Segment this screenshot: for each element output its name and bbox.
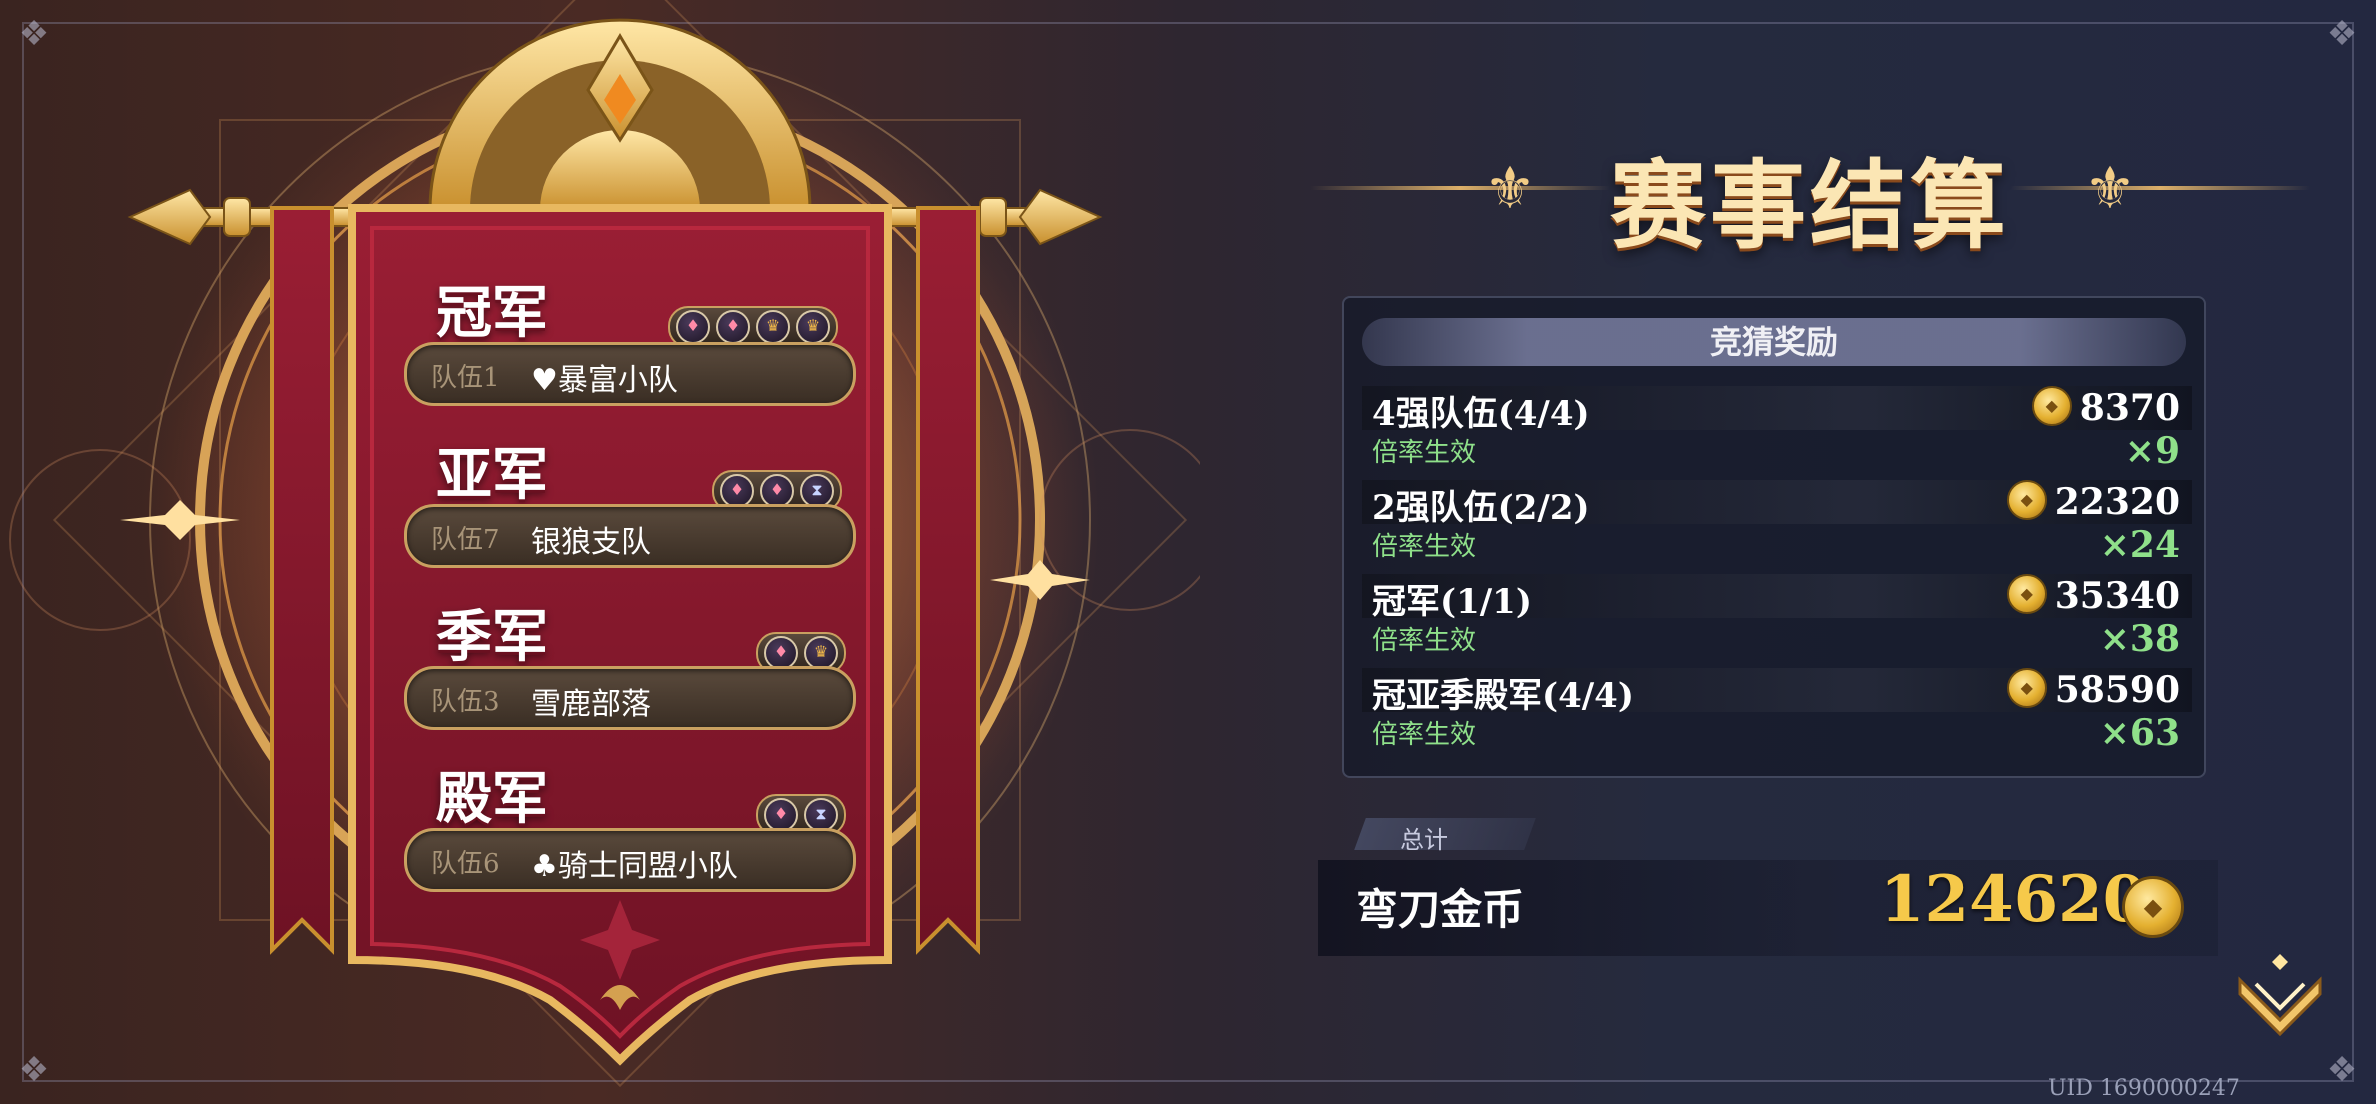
coin-icon [2031,386,2072,426]
coin-icon [2006,668,2047,708]
runner-up-team-bar: 队伍7 银狼支队 [404,504,856,568]
card-4-icon: ♦ [676,310,710,344]
continue-chevron-button[interactable] [2230,950,2330,1050]
reward-label: 冠军(1/1) [1372,582,1532,622]
multiplier-status: 倍率生效 [1372,720,1477,750]
team-id: 队伍7 [431,525,500,555]
trophy-icon: ♛ [804,636,838,670]
page-title: 赛事结算 [1610,149,2010,262]
card-2-icon: ♦ [716,310,750,344]
reward-amount: 22320 [2006,480,2180,523]
team-id: 队伍6 [431,849,500,879]
trophy-icon: ♛ [796,310,830,344]
total-currency-label: 弯刀金币 [1356,885,1525,934]
title-divider-right [2010,186,2310,190]
multiplier-status: 倍率生效 [1372,438,1477,468]
coin-icon [2006,480,2047,520]
reward-amount: 35340 [2006,574,2180,617]
guess-reward-panel: 竞猜奖励 4强队伍(4/4) 倍率生效 8370 ×9 2强队伍(2/2) 倍率… [1342,296,2206,778]
panel-header: 竞猜奖励 [1362,318,2186,366]
total-value: 124620 [1880,862,2148,937]
reward-multiplier: ×38 [2099,618,2180,660]
settlement-title-area: ⚜ ⚜ 赛事结算 [1310,118,2310,262]
team-name: 雪鹿部落 [531,687,651,722]
fleur-ornament-icon: ⚜ [2084,154,2136,222]
total-tab-label: 总计 [1400,826,1448,854]
reward-amount: 58590 [2006,668,2180,711]
chevron-down-icon [2238,954,2322,1037]
settlement-screen: ❖ ❖ ❖ ❖ 冠军 ♦ ♦ ♛ ♛ 队伍1 ♥暴富小队 亚军 ♦ ♦ ⧗ 队伍… [0,0,2376,1104]
team-name: ♥暴富小队 [531,363,678,398]
ranking-banner-area: 冠军 ♦ ♦ ♛ ♛ 队伍1 ♥暴富小队 亚军 ♦ ♦ ⧗ 队伍7 银狼支队 季… [0,0,1200,1104]
runner-up-title: 亚军 [436,442,548,508]
multiplier-status: 倍率生效 [1372,532,1477,562]
hourglass-icon: ⧗ [800,474,834,508]
reward-multiplier: ×63 [2099,712,2180,754]
card-4-icon: ♦ [760,474,794,508]
hourglass-icon: ⧗ [804,798,838,832]
reward-amount: 8370 [2031,386,2180,429]
team-id: 队伍1 [431,363,500,393]
reward-label: 4强队伍(4/4) [1372,394,1590,434]
champion-title: 冠军 [436,280,548,346]
reward-multiplier: ×24 [2099,524,2180,566]
fourth-place-team-bar: 队伍6 ♣骑士同盟小队 [404,828,856,892]
reward-label: 冠亚季殿军(4/4) [1372,676,1634,716]
trophy-icon: ♛ [756,310,790,344]
team-id: 队伍3 [431,687,500,717]
fourth-place-title: 殿军 [436,766,548,832]
reward-row: 冠军(1/1) 倍率生效 35340 ×38 [1362,572,2192,662]
fleur-ornament-icon: ⚜ [1484,154,1536,222]
reward-row: 2强队伍(2/2) 倍率生效 22320 ×24 [1362,478,2192,568]
card-4-icon: ♦ [764,636,798,670]
reward-row: 4强队伍(4/4) 倍率生效 8370 ×9 [1362,384,2192,474]
corner-ornament-icon: ❖ [2326,14,2358,54]
card-4-icon: ♦ [764,798,798,832]
reward-multiplier: ×9 [2124,430,2180,472]
reward-row: 冠亚季殿军(4/4) 倍率生效 58590 ×63 [1362,666,2192,756]
card-4-icon: ♦ [720,474,754,508]
user-uid: UID 1690000247 [2048,1076,2240,1101]
corner-ornament-icon: ❖ [2326,1050,2358,1090]
champion-team-bar: 队伍1 ♥暴富小队 [404,342,856,406]
third-place-title: 季军 [436,604,548,670]
team-name: 银狼支队 [531,525,651,560]
reward-label: 2强队伍(2/2) [1372,488,1590,528]
title-divider-left [1310,186,1610,190]
panel-title: 竞猜奖励 [1709,323,1838,361]
coin-icon [2122,876,2184,938]
team-name: ♣骑士同盟小队 [531,849,738,884]
third-place-team-bar: 队伍3 雪鹿部落 [404,666,856,730]
multiplier-status: 倍率生效 [1372,626,1477,656]
coin-icon [2006,574,2047,614]
